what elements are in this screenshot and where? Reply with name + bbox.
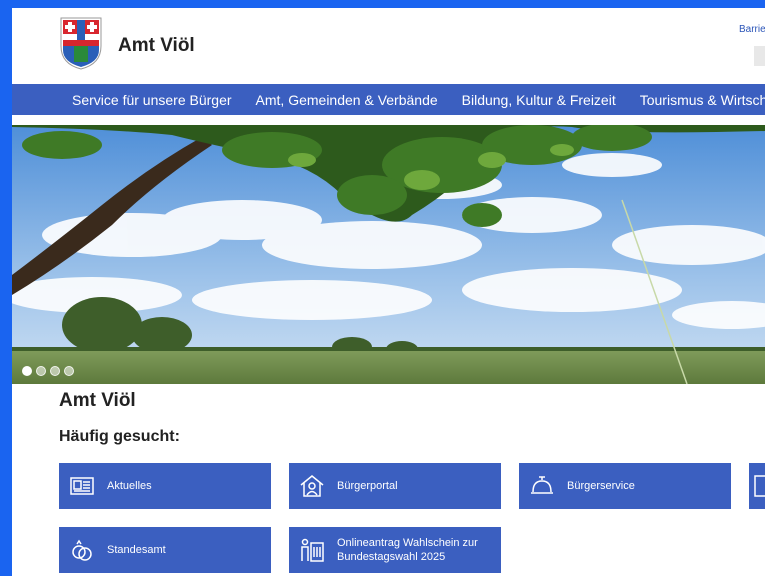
slider-dot[interactable] [50,366,60,376]
tile-buergerservice[interactable]: Bürgerservice [519,463,731,509]
newspaper-icon [70,477,94,495]
site-header: Amt Viöl Barrie [12,8,765,84]
tile-label: Onlineantrag Wahlschein zur Bundestagswa… [337,537,478,563]
house-person-icon [300,475,324,497]
page-frame: Amt Viöl Barrie Service für unsere Bürge… [12,8,765,576]
tile-label: Standesamt [107,544,166,556]
tile-standesamt[interactable]: Standesamt [59,527,271,573]
tile-buergerportal[interactable]: Bürgerportal [289,463,501,509]
accessibility-link[interactable]: Barrie [739,24,765,35]
tile-label: Aktuelles [107,480,152,492]
service-bell-icon [531,476,553,494]
rings-icon [72,539,92,561]
nav-item-tourismus[interactable]: Tourismus & Wirtsch [616,92,765,108]
tile-partial[interactable] [749,463,765,509]
coat-of-arms-logo[interactable] [59,16,103,70]
nav-item-bildung[interactable]: Bildung, Kultur & Freizeit [438,92,616,108]
tile-aktuelles[interactable]: Aktuelles [59,463,271,509]
document-icon [754,475,765,497]
site-title[interactable]: Amt Viöl [118,35,195,57]
page-heading: Amt Viöl [59,390,136,411]
nav-item-service[interactable]: Service für unsere Bürger [12,92,232,108]
slider-dots [22,366,74,376]
tile-label: Bürgerportal [337,480,398,492]
slider-dot[interactable] [36,366,46,376]
tile-label: Bürgerservice [567,480,635,492]
frequently-searched-heading: Häufig gesucht: [59,428,180,445]
hero-landscape-image [12,125,765,384]
hero-slider[interactable] [12,125,765,384]
main-navigation: Service für unsere Bürger Amt, Gemeinden… [12,84,765,115]
nav-item-amt-gemeinden[interactable]: Amt, Gemeinden & Verbände [232,92,438,108]
search-box[interactable] [754,46,765,66]
slider-dot[interactable] [64,366,74,376]
slider-dot[interactable] [22,366,32,376]
ballot-box-icon [301,538,324,562]
tile-onlineantrag-wahlschein[interactable]: Onlineantrag Wahlschein zur Bundestagswa… [289,527,501,573]
